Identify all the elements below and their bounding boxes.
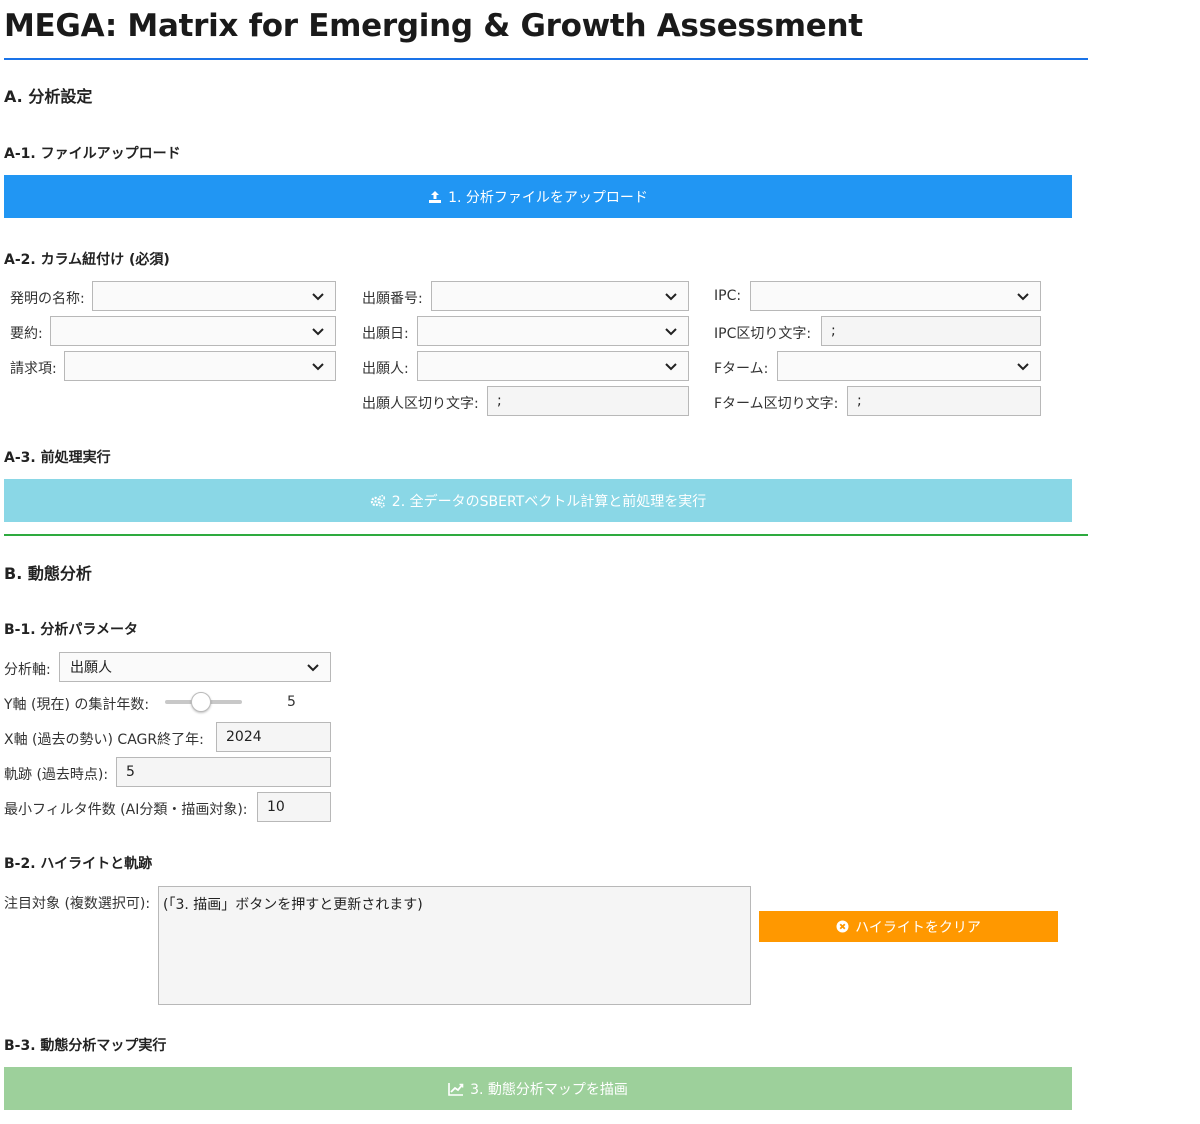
run-heading: B-3. 動態分析マップ実行 — [4, 1038, 167, 1054]
ipc-delimiter-input[interactable]: ; — [821, 316, 1041, 346]
cagr-end-year-input[interactable]: 2024 — [216, 722, 331, 752]
years-slider-thumb[interactable] — [190, 692, 211, 712]
draw-map-button-label: 3. 動態分析マップを描画 — [470, 1081, 628, 1098]
upload-heading: A-1. ファイルアップロード — [4, 146, 181, 162]
chevron-down-icon — [664, 289, 678, 303]
ipc-delimiter-label: IPC区切り文字: — [714, 326, 812, 342]
applicant-label: 出願人: — [362, 361, 409, 377]
chevron-down-icon — [311, 359, 325, 373]
chevron-down-icon — [1016, 359, 1030, 373]
upload-button[interactable]: 1. 分析ファイルをアップロード — [4, 175, 1072, 218]
chevron-down-icon — [311, 324, 325, 338]
chevron-down-icon — [311, 289, 325, 303]
claims-select[interactable] — [64, 351, 336, 381]
ipc-label: IPC: — [714, 288, 742, 304]
years-value: 5 — [287, 694, 296, 710]
targets-multiselect[interactable]: (「3. 描画」ボタンを押すと更新されます) — [158, 886, 751, 1005]
targets-placeholder: (「3. 描画」ボタンを押すと更新されます) — [163, 897, 423, 913]
gears-icon — [370, 494, 386, 508]
preprocess-button[interactable]: 2. 全データのSBERTベクトル計算と前処理を実行 — [4, 479, 1072, 522]
preprocess-heading: A-3. 前処理実行 — [4, 450, 111, 466]
claims-label: 請求項: — [10, 361, 57, 377]
chevron-down-icon — [664, 324, 678, 338]
targets-label: 注目対象 (複数選択可): — [4, 896, 151, 912]
draw-map-button[interactable]: 3. 動態分析マップを描画 — [4, 1067, 1072, 1110]
applicant-delimiter-input[interactable]: ; — [487, 386, 689, 416]
upload-icon — [428, 190, 442, 204]
fterm-delimiter-label: Fターム区切り文字: — [714, 396, 839, 412]
app-date-label: 出願日: — [362, 326, 409, 342]
times-circle-icon — [836, 920, 849, 933]
chart-line-icon — [448, 1082, 464, 1096]
column-mapping-heading: A-2. カラム紐付け (必須) — [4, 252, 170, 268]
analysis-axis-label: 分析軸: — [4, 662, 51, 678]
title-divider — [4, 58, 1088, 60]
years-label: Y軸 (現在) の集計年数: — [4, 697, 150, 713]
applicant-select[interactable] — [417, 351, 689, 381]
app-date-select[interactable] — [417, 316, 689, 346]
min-filter-label: 最小フィルタ件数 (AI分類・描画対象): — [4, 802, 248, 818]
fterm-label: Fターム: — [714, 361, 769, 377]
chevron-down-icon — [664, 359, 678, 373]
invention-name-label: 発明の名称: — [10, 291, 85, 307]
ipc-select[interactable] — [750, 281, 1041, 311]
section-divider — [4, 534, 1088, 536]
trail-input[interactable]: 5 — [116, 757, 331, 787]
min-filter-input[interactable]: 10 — [257, 792, 331, 822]
fterm-delimiter-input[interactable]: ; — [847, 386, 1041, 416]
abstract-select[interactable] — [50, 316, 336, 346]
chevron-down-icon — [306, 660, 320, 674]
section-a-heading: A. 分析設定 — [4, 87, 93, 106]
clear-highlight-label: ハイライトをクリア — [855, 919, 981, 936]
abstract-label: 要約: — [10, 326, 43, 342]
cagr-end-year-label: X軸 (過去の勢い) CAGR終了年: — [4, 732, 204, 748]
section-b-heading: B. 動態分析 — [4, 564, 92, 583]
params-heading: B-1. 分析パラメータ — [4, 622, 138, 638]
chevron-down-icon — [1016, 289, 1030, 303]
upload-button-label: 1. 分析ファイルをアップロード — [448, 189, 648, 206]
analysis-axis-value: 出願人 — [70, 660, 112, 676]
analysis-axis-select[interactable]: 出願人 — [59, 652, 331, 682]
preprocess-button-label: 2. 全データのSBERTベクトル計算と前処理を実行 — [391, 493, 707, 510]
app-number-label: 出願番号: — [362, 291, 423, 307]
clear-highlight-button[interactable]: ハイライトをクリア — [759, 911, 1058, 942]
app-number-select[interactable] — [431, 281, 689, 311]
page-title: MEGA: Matrix for Emerging & Growth Asses… — [4, 8, 863, 44]
applicant-delimiter-label: 出願人区切り文字: — [362, 396, 479, 412]
invention-name-select[interactable] — [92, 281, 336, 311]
highlight-heading: B-2. ハイライトと軌跡 — [4, 856, 153, 872]
trail-label: 軌跡 (過去時点): — [4, 767, 109, 783]
fterm-select[interactable] — [777, 351, 1041, 381]
